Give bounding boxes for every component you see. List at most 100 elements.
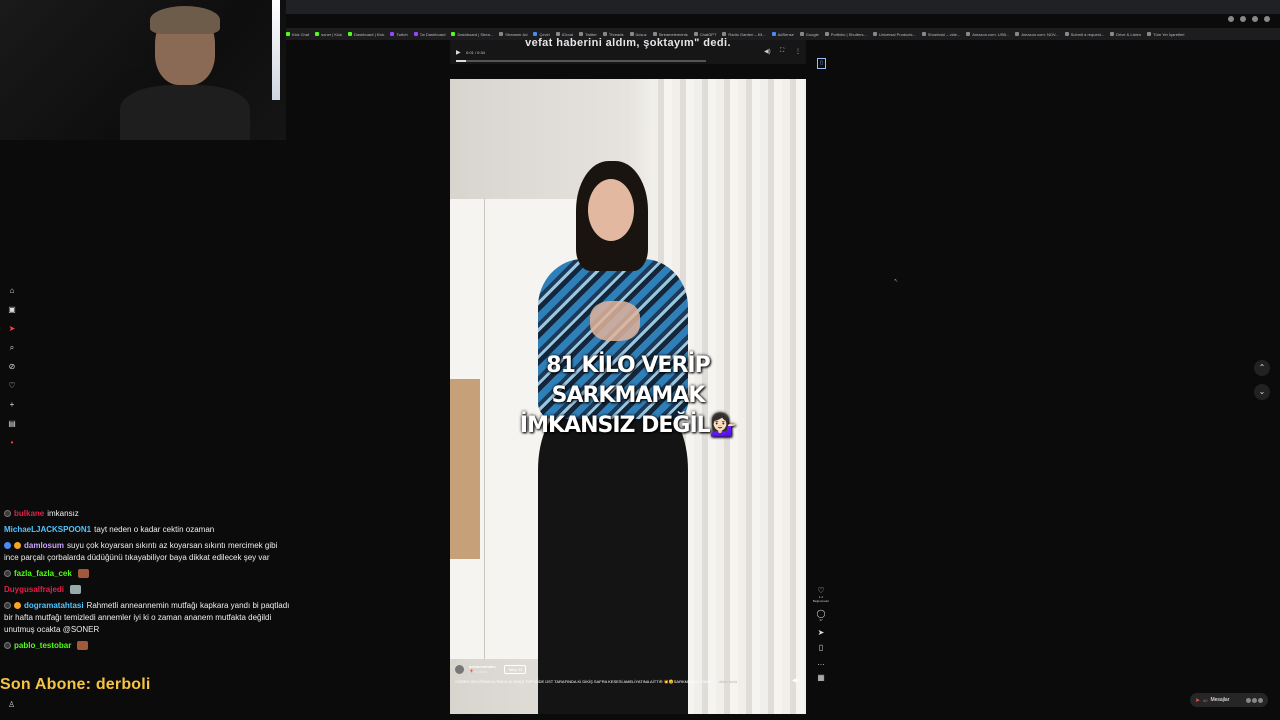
send-icon[interactable]: ➤ bbox=[6, 324, 18, 333]
bookmark-item[interactable]: Shoeinski – vide... bbox=[921, 32, 960, 37]
bookmark-item[interactable]: Portfolio | Shutters... bbox=[824, 32, 867, 37]
fullscreen-icon[interactable]: ⛶ bbox=[780, 48, 784, 55]
folder-icon bbox=[1147, 32, 1152, 36]
more-link[interactable]: daha fazla bbox=[719, 679, 737, 684]
bookmark-item[interactable]: soner | Kick bbox=[315, 32, 342, 37]
bookmark-item[interactable]: Tüm Yer İşaretleri bbox=[1147, 32, 1184, 37]
webcam-person-hair bbox=[150, 6, 220, 34]
search-icon[interactable]: ⌕ bbox=[6, 343, 18, 352]
mouse-cursor-icon: ↖ bbox=[894, 278, 899, 284]
bookmark-icon bbox=[1110, 32, 1115, 36]
chat-username[interactable]: Duygusalfrajedi bbox=[4, 585, 64, 594]
explore-icon[interactable]: ⊘ bbox=[6, 362, 18, 371]
bookmark-item[interactable]: Radio Garden – Kli... bbox=[722, 32, 766, 37]
last-subscriber-label: Son Abone: derboli bbox=[0, 676, 151, 693]
bookmark-item[interactable]: iCloud bbox=[555, 32, 573, 37]
audio-progress-bar[interactable] bbox=[456, 60, 706, 62]
bookmark-item[interactable]: Streamelements bbox=[652, 32, 688, 37]
bookmark-icon bbox=[315, 32, 320, 36]
extension-icon[interactable] bbox=[1252, 16, 1258, 22]
browser-toolbar-icons[interactable] bbox=[1228, 16, 1270, 22]
user-icon[interactable]: ♙ bbox=[8, 700, 15, 709]
bookmark-item[interactable]: Drive & Listen bbox=[1110, 32, 1141, 37]
avatar bbox=[1246, 697, 1251, 703]
chat-emote-icon bbox=[77, 569, 89, 579]
bookmark-item[interactable]: Streamer Ad bbox=[499, 32, 527, 37]
dashboard-icon[interactable]: ▤ bbox=[6, 419, 18, 428]
extension-icon[interactable] bbox=[1240, 16, 1246, 22]
profile-icon[interactable]: • bbox=[6, 438, 18, 447]
audio-time: 0:01 / 0:34 bbox=[466, 50, 485, 55]
overlay-line-2: İMKANSIZ DEĞİL💁🏻‍♀️ bbox=[519, 413, 737, 438]
bookmark-item[interactable]: Dashboard | Strea... bbox=[451, 32, 493, 37]
bookmark-marker-icon[interactable]: ▯ bbox=[817, 58, 826, 69]
bookmark-item[interactable]: Twitch bbox=[390, 32, 408, 37]
bookmark-icon bbox=[921, 32, 926, 36]
profile-icon[interactable] bbox=[1264, 16, 1270, 22]
play-icon[interactable]: ▶ bbox=[456, 49, 461, 56]
comment-button[interactable]: ◯ 47 bbox=[817, 609, 826, 622]
chat-username[interactable]: fazla_fazla_cek bbox=[14, 569, 72, 578]
bookmark-item[interactable]: Submit a request... bbox=[1064, 32, 1104, 37]
reel-video[interactable]: 81 KİLO VERİP SARKMAMAK İMKANSIZ DEĞİL💁🏻… bbox=[450, 79, 806, 714]
bookmark-item[interactable]: Threads bbox=[602, 32, 624, 37]
chevron-down-icon[interactable]: ⌄ bbox=[1254, 384, 1270, 400]
bookmark-icon bbox=[555, 32, 560, 36]
webcam-overlay bbox=[0, 0, 286, 140]
bookmark-item[interactable]: Google bbox=[799, 32, 819, 37]
bookmark-item[interactable]: Tw Dashboard bbox=[413, 32, 445, 37]
messages-label: Mesajlar bbox=[1210, 697, 1230, 703]
chat-username[interactable]: damlosum bbox=[24, 541, 64, 550]
messages-button[interactable]: ➤ 40 Mesajlar bbox=[1190, 693, 1268, 707]
extension-icon[interactable] bbox=[1228, 16, 1234, 22]
chat-username[interactable]: pablo_testobar bbox=[14, 641, 71, 650]
bookmark-item[interactable]: Twitter bbox=[579, 32, 597, 37]
bookmark-icon bbox=[771, 32, 776, 36]
bookmark-icon bbox=[824, 32, 829, 36]
follow-button[interactable]: Takip Et bbox=[504, 665, 527, 674]
avatar[interactable] bbox=[455, 665, 464, 674]
bookmark-item[interactable]: Universal Products... bbox=[872, 32, 916, 37]
bookmark-icon bbox=[286, 32, 290, 36]
reel-location[interactable]: 📍 Ankara bbox=[469, 669, 488, 674]
bookmark-item[interactable]: Ücsuz bbox=[629, 32, 647, 37]
bookmark-item[interactable]: Çeviri bbox=[533, 32, 550, 37]
bookmark-item[interactable]: Dashboard | Kick bbox=[347, 32, 384, 37]
chat-badge-icon bbox=[4, 602, 11, 610]
chat-username[interactable]: bulkane bbox=[14, 509, 44, 518]
mute-icon[interactable]: ◀× bbox=[792, 677, 800, 684]
bookmark-item[interactable]: Kick Chat bbox=[286, 32, 309, 37]
bookmark-item[interactable]: Amazon.com: NOV... bbox=[1015, 32, 1059, 37]
bookmark-item[interactable]: ChatGPT bbox=[693, 32, 716, 37]
chat-username[interactable]: dogramatahtasi bbox=[24, 601, 84, 610]
audio-caption: vefat haberini aldım, şoktayım" dedi. bbox=[525, 37, 731, 49]
bookmark-icon bbox=[602, 32, 607, 36]
video-overlay-text: 81 KİLO VERİP SARKMAMAK İMKANSIZ DEĞİL💁🏻… bbox=[470, 351, 786, 441]
bookmark-icon bbox=[629, 32, 634, 36]
reel-caption: GÖBEK DELİĞİNİN ALTINDA Kİ DİKİŞ TÜP MİD… bbox=[455, 679, 785, 684]
chat-message: pablo_testobar bbox=[4, 640, 294, 652]
bookmark-item[interactable]: AdSense bbox=[771, 32, 794, 37]
bookmark-icon bbox=[872, 32, 877, 36]
heart-icon[interactable]: ♡ bbox=[6, 381, 18, 390]
chat-username[interactable]: MichaeLJACKSPOON1 bbox=[4, 525, 91, 534]
chevron-up-icon[interactable]: ⌃ bbox=[1254, 360, 1270, 376]
bookmark-icon bbox=[413, 32, 418, 36]
home-icon[interactable]: ⌂ bbox=[6, 286, 18, 295]
bookmark-item[interactable]: Amazon.com: USB... bbox=[966, 32, 1009, 37]
browser-tabbar bbox=[286, 0, 1280, 22]
bookmark-icon bbox=[451, 32, 456, 36]
chat-badge-icon bbox=[4, 510, 11, 518]
share-button[interactable]: ➤ bbox=[818, 628, 825, 637]
audio-track-button[interactable]: ▦ bbox=[817, 673, 825, 682]
webcam-light-strip bbox=[272, 0, 280, 100]
more-icon[interactable]: ⋮ bbox=[795, 48, 801, 55]
more-button[interactable]: … bbox=[817, 658, 825, 667]
like-button[interactable]: ♡ 1.4 Beğenmeler bbox=[813, 586, 829, 603]
create-icon[interactable]: + bbox=[6, 400, 18, 409]
volume-icon[interactable]: ◀) bbox=[764, 48, 771, 55]
reels-icon[interactable]: ▣ bbox=[6, 305, 18, 314]
bookmark-icon bbox=[347, 32, 352, 36]
chat-text: tayt neden o kadar cektin ozaman bbox=[94, 525, 215, 534]
save-button[interactable]: ▯ bbox=[819, 643, 823, 652]
